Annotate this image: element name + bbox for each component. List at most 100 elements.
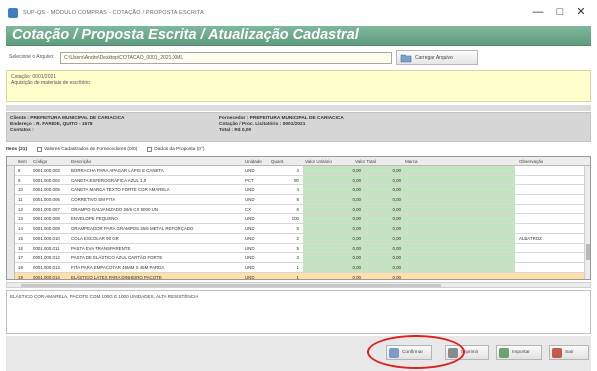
table-row[interactable]: 18 0001.000.013 FITA PARA EMPACOTAR 45MM X… [7, 262, 590, 273]
cell-unit: UND [245, 216, 255, 222]
tab-supplier-checkbox[interactable] [37, 147, 43, 152]
exit-button[interactable]: Sair [549, 345, 589, 360]
cell-unit: UND [245, 274, 255, 280]
cell-unitv[interactable]: 0,00 [331, 255, 361, 260]
cell-item: 14 [18, 226, 23, 232]
table-row[interactable]: 17 0001.000.012 PASTA DE ELÁSTICO AZUL CAR… [7, 253, 590, 263]
table-row[interactable]: 14 0001.000.009 GRAMPEADOR PARA GRAMPOS 26… [7, 224, 590, 234]
table-row[interactable]: 8 0001.000.003 BORRACHA PARA APAGAR LÁPIS … [7, 166, 590, 176]
cell-qty: 2 [296, 235, 299, 241]
grid-vertical-scrollbar[interactable] [584, 166, 590, 279]
cell-unit: UND [245, 226, 255, 232]
file-import-row: Selecione o Arquivo: Carregar Arquivo [6, 50, 591, 66]
cell-qty: 80 [294, 177, 299, 183]
cell-qty: 8 [296, 197, 299, 203]
cell-desc: GRAMPEADOR PARA GRAMPOS 26/6 METAL REFOR… [71, 226, 194, 232]
cell-unitv[interactable]: 0,00 [331, 178, 361, 183]
cell-unitv[interactable]: 0,00 [331, 216, 361, 221]
table-row[interactable]: 12 0001.000.007 GRAMPO GALVANIZADO 26/6 CX… [7, 204, 590, 215]
cell-unitv[interactable]: 0,00 [331, 197, 361, 202]
row-indicator[interactable] [7, 204, 15, 215]
import-button[interactable]: Importar [496, 345, 542, 360]
cell-unitv[interactable]: 0,00 [331, 265, 361, 270]
cell-qty: 4 [296, 187, 299, 193]
cell-desc: GRAMPO GALVANIZADO 26/6 CX 5000 UN [71, 206, 158, 212]
row-indicator[interactable] [7, 243, 15, 254]
tab-supplier-values[interactable]: Valores Cadastrados de Fornecedores (0/0… [37, 147, 137, 152]
row-indicator[interactable] [7, 253, 15, 263]
client-info: Cliente : PREFEITURA MUNICIPAL DE CARIAC… [6, 112, 591, 142]
cell-total: 0,00 [392, 197, 401, 203]
load-file-label: Carregar Arquivo [415, 54, 453, 61]
minimize-button[interactable]: — [528, 4, 548, 20]
cell-item: 9 [18, 177, 21, 183]
load-file-button[interactable]: Carregar Arquivo [396, 50, 478, 65]
table-row[interactable]: 11 0001.000.006 CORRETIVO EM FITA UND 8 0,00 0… [7, 195, 590, 205]
row-indicator[interactable] [7, 262, 15, 273]
cell-qty: 1 [296, 264, 299, 270]
col-description[interactable]: Descrição [71, 159, 91, 164]
cell-unitv[interactable]: 0,00 [331, 236, 361, 241]
close-button[interactable]: ✕ [571, 4, 591, 20]
cell-code: 0001.000.008 [33, 216, 60, 222]
cell-unit: PCT [245, 177, 254, 183]
row-indicator[interactable] [7, 195, 15, 205]
table-row[interactable]: 19 0001.000.014 ELÁSTICO LATEX PARA DINHEI… [7, 272, 590, 280]
row-indicator[interactable] [7, 233, 15, 244]
table-row[interactable]: 15 0001.000.010 COLA ESCOLAR 90 GR UND 2 0,00… [7, 233, 590, 244]
col-brand[interactable]: Marca [405, 159, 418, 164]
grid-horizontal-scrollbar[interactable] [6, 282, 591, 288]
col-unit[interactable]: Unidade [245, 159, 262, 164]
row-indicator[interactable] [7, 175, 15, 186]
cell-total: 0,00 [392, 187, 401, 193]
hscroll-thumb[interactable] [21, 284, 441, 287]
col-item[interactable]: Item [18, 159, 27, 164]
scroll-thumb[interactable] [586, 244, 590, 260]
cell-unitv[interactable]: 0,00 [331, 275, 361, 279]
row-indicator[interactable] [7, 185, 15, 196]
col-observation[interactable]: Observação [519, 159, 543, 164]
col-code[interactable]: Código [33, 159, 47, 164]
cell-qty: 1 [296, 274, 299, 280]
cell-item: 19 [18, 274, 23, 280]
tab-proposal[interactable]: Dados da Proposta (0°) [147, 147, 204, 152]
file-path-input[interactable] [60, 52, 392, 64]
cell-unitv[interactable]: 0,00 [331, 168, 361, 173]
cell-unitv[interactable]: 0,00 [331, 207, 361, 212]
row-indicator[interactable] [7, 272, 15, 279]
cell-total: 0,00 [392, 245, 401, 251]
table-row[interactable]: 10 0001.000.005 CANETA MARCA TEXTO FORTE C… [7, 185, 590, 196]
folder-icon [400, 54, 412, 62]
cell-qty: 100 [291, 216, 299, 222]
cell-unitv[interactable]: 0,00 [331, 246, 361, 251]
cell-total: 0,00 [392, 235, 401, 241]
tab-items-label: Itens (21) [6, 147, 28, 152]
exit-icon [552, 347, 562, 358]
cell-total: 0,00 [392, 274, 401, 280]
row-indicator[interactable] [7, 214, 15, 225]
cell-desc: FITA PARA EMPACOTAR 45MM X 45M PARDA [71, 264, 165, 270]
table-row[interactable]: 13 0001.000.008 ENVELOPE PEQUENO UND 100 0,00… [7, 214, 590, 225]
header-banner: Cotação / Proposta Escrita / Atualização… [6, 26, 591, 46]
row-indicator[interactable] [7, 166, 15, 176]
cell-code: 0001.000.010 [33, 235, 60, 241]
table-row[interactable]: 9 0001.000.004 CANETA ESFEROGRÁFICA AZUL 1… [7, 175, 590, 186]
col-qty[interactable]: Quant. [271, 159, 285, 164]
table-row[interactable]: 16 0001.000.011 PASTA EVA TRANSPARENTE UND 5… [7, 243, 590, 254]
cell-total: 0,00 [392, 206, 401, 212]
tab-supplier-label: Valores Cadastrados de Fornecedores (0/0… [44, 147, 138, 152]
cell-unitv[interactable]: 0,00 [331, 226, 361, 231]
tab-items[interactable]: Itens (21) [6, 147, 27, 152]
tab-proposal-checkbox[interactable] [147, 147, 153, 152]
cell-unitv[interactable]: 0,00 [331, 187, 361, 192]
cell-item: 13 [18, 216, 23, 222]
maximize-button[interactable]: □ [550, 4, 570, 20]
cell-total: 0,00 [392, 177, 401, 183]
cell-qty: 3 [296, 255, 299, 261]
cell-code: 0001.000.009 [33, 226, 60, 232]
row-indicator[interactable] [7, 224, 15, 234]
col-unit-value[interactable]: Valor Unitário [305, 159, 332, 164]
observation-panel[interactable]: Cotação: 0001/2021 Aquisição de materiai… [6, 70, 591, 102]
col-total[interactable]: Valor Total [355, 159, 376, 164]
items-grid[interactable]: Item Código Descrição Unidade Quant. Val… [6, 156, 591, 280]
